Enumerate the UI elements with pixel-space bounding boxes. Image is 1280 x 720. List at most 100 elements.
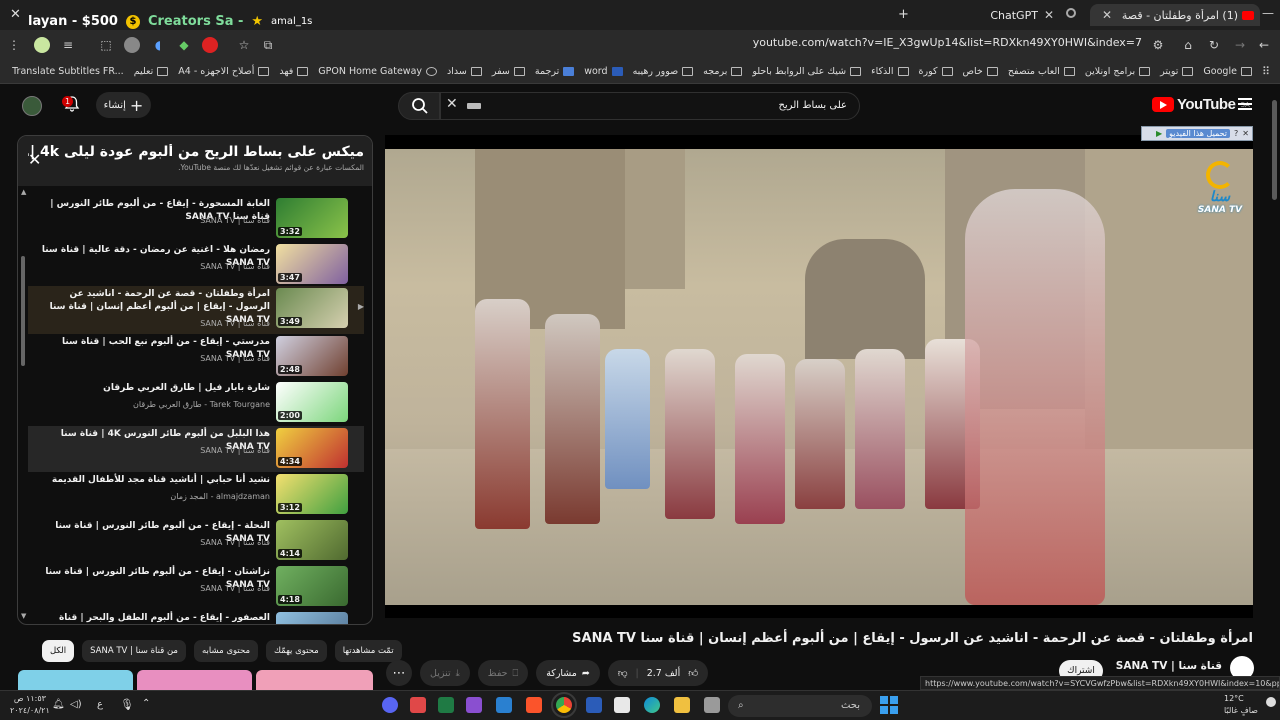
bookmark-item[interactable]: سداد	[447, 66, 482, 77]
avatar[interactable]	[22, 96, 42, 116]
list-item[interactable]: 2:00 شارة بابار فيل | طارق العربي طرقان …	[28, 380, 364, 424]
bookmark-item[interactable]: العاب متصفح	[1008, 66, 1075, 77]
bookmark-item[interactable]: فهد	[279, 66, 309, 77]
recommended-thumbnail[interactable]	[137, 670, 252, 690]
bookmark-item[interactable]: تويتر	[1160, 66, 1194, 77]
list-item[interactable]: 4:14 النحلة - إيقاع - من ألبوم طائر النو…	[28, 518, 364, 562]
playlist-title[interactable]: ميكس على بساط الريح من ألبوم عودة ليلى 4…	[28, 144, 364, 160]
bookmark-item[interactable]: A4 - أصلاح الاجهزه	[178, 66, 270, 77]
bookmark-item[interactable]: برامج اونلاين	[1085, 66, 1151, 77]
list-item[interactable]: 3:32 الغابة المسحورة - إيقاع - من ألبوم …	[28, 196, 364, 240]
forward-icon[interactable]: →	[1232, 37, 1248, 53]
search-input[interactable]: على بساط الريح	[440, 92, 860, 120]
app-icon[interactable]	[410, 697, 426, 713]
bookmark-item[interactable]: ترجمة	[535, 66, 575, 77]
list-item[interactable]: 3:47 رمضان هلا - اغنية عن رمضان - دقة عا…	[28, 242, 364, 286]
tab-youtube-active[interactable]: (1) امرأة وطفلتان - قصة عن الر ✕	[1090, 4, 1260, 26]
close-icon[interactable]: ✕	[1242, 129, 1249, 138]
list-item-current[interactable]: ▶ 3:49 امرأة وطفلتان - قصة عن الرحمة - ا…	[28, 286, 364, 334]
clear-search-icon[interactable]: ✕	[446, 96, 458, 112]
excel-icon[interactable]	[438, 697, 454, 713]
extension-icon[interactable]: ≡	[60, 37, 76, 53]
recommended-thumbnail[interactable]	[18, 670, 133, 690]
bookmark-item[interactable]: سفر	[492, 66, 525, 77]
mail-icon[interactable]	[496, 697, 512, 713]
back-icon[interactable]: ←	[1256, 37, 1272, 53]
extension-icon[interactable]	[202, 37, 218, 53]
extension-icon[interactable]	[124, 37, 140, 53]
reload-icon[interactable]: ↻	[1206, 37, 1222, 53]
language-indicator[interactable]: ع	[97, 699, 103, 710]
bookmark-item[interactable]: شيك على الروابط باحلو	[752, 66, 862, 77]
puzzle-icon[interactable]: ⬚	[98, 37, 114, 53]
new-tab-icon[interactable]: +	[898, 7, 909, 22]
start-windows-icon[interactable]	[880, 696, 898, 714]
chip-watched[interactable]: تمّت مشاهدتها	[334, 640, 402, 662]
tab-group-icon[interactable]	[1066, 8, 1076, 18]
bookmark-item[interactable]: صوور رهيبه	[633, 66, 694, 77]
star-bookmark-icon[interactable]: ☆	[236, 37, 252, 53]
list-item[interactable]: العصفور - إيقاع - من ألبوم الطفل والبحر …	[28, 610, 364, 624]
close-tab-icon[interactable]: ✕	[1044, 8, 1054, 22]
url-field[interactable]: youtube.com/watch?v=IE_X3gwUp14&list=RDX…	[420, 36, 1142, 54]
channel-name[interactable]: قناة سنا | SANA TV	[1116, 660, 1222, 672]
chip-all[interactable]: الكل	[42, 640, 75, 662]
recommended-thumbnail[interactable]	[256, 670, 373, 690]
page-scrollbar[interactable]	[1272, 100, 1277, 200]
video-player[interactable]: سنا SANA TV	[385, 135, 1253, 618]
help-icon[interactable]: ?	[1234, 129, 1238, 138]
task-view-icon[interactable]	[704, 697, 720, 713]
clock[interactable]: ١١:٥٣ ص ٢٠٢٤/٠٨/٢١	[10, 693, 50, 717]
dislike-icon[interactable]: 👎︎	[618, 667, 628, 679]
chip-from-channel[interactable]: من قناة سنا | SANA TV	[82, 640, 186, 662]
close-icon[interactable]: ✕	[28, 150, 41, 169]
bookmark-item[interactable]: خاص	[963, 66, 998, 77]
like-icon[interactable]: 👍︎	[688, 667, 698, 679]
youtube-logo[interactable]: YouTube SA	[1152, 96, 1250, 113]
download-button[interactable]: تنزيل ⤓	[420, 660, 470, 686]
share-icon[interactable]: ⧉	[260, 37, 276, 53]
list-item[interactable]: 4:34 هذا البلبل من ألبوم طائر النورس 4K …	[28, 426, 364, 472]
word-icon[interactable]	[586, 697, 602, 713]
store-icon[interactable]	[614, 697, 630, 713]
more-menu-icon[interactable]: ⋮	[6, 37, 22, 53]
bookmark-item[interactable]: برمجه	[703, 66, 743, 77]
list-item[interactable]: 4:18 نزاشتان - إيقاع - من ألبوم طائر الن…	[28, 564, 364, 608]
bookmark-item[interactable]: Google	[1203, 66, 1252, 77]
create-button[interactable]: إنشاء +	[96, 92, 151, 118]
chrome-icon[interactable]	[551, 692, 577, 718]
more-actions-icon[interactable]: ⋯	[386, 660, 412, 686]
chevron-up-icon[interactable]: ⌃	[142, 698, 150, 709]
chip-for-you[interactable]: محتوى يهمّك	[266, 640, 327, 662]
discord-icon[interactable]	[382, 697, 398, 713]
volume-icon[interactable]: ◁)	[70, 699, 82, 710]
bookmark-item[interactable]: الذكاء	[871, 66, 909, 77]
search-button[interactable]	[398, 92, 440, 120]
brave-icon[interactable]	[526, 697, 542, 713]
bookmark-item[interactable]: تعليم	[134, 66, 169, 77]
close-tab-icon[interactable]: ✕	[1102, 8, 1112, 22]
bookmark-item[interactable]: Translate Subtitles FR...	[12, 66, 124, 77]
save-button[interactable]: حفظ ⎕	[477, 660, 529, 686]
bookmark-item[interactable]: GPON Home Gateway	[318, 66, 438, 77]
bookmark-item[interactable]: كورة	[919, 66, 953, 77]
scroll-up-icon[interactable]: ▲	[21, 188, 26, 196]
playlist-scrollbar[interactable]	[21, 256, 25, 366]
download-video-button[interactable]: تحميل هذا الفيديو	[1166, 129, 1231, 138]
site-settings-icon[interactable]: ⚙	[1150, 37, 1166, 53]
profile-icon[interactable]	[34, 37, 50, 53]
edge-icon[interactable]	[644, 697, 660, 713]
extension-icon[interactable]: ◖	[150, 37, 166, 53]
bookmark-item[interactable]: word	[584, 66, 623, 77]
chip-similar[interactable]: محتوى مشابه	[194, 640, 258, 662]
taskbar-search[interactable]: بحث ⌕	[728, 695, 872, 717]
bell-icon[interactable]: 🔔︎	[52, 699, 65, 710]
extension-icon[interactable]: ◆	[176, 37, 192, 53]
app-icon[interactable]	[466, 697, 482, 713]
file-explorer-icon[interactable]	[674, 697, 690, 713]
minimize-icon[interactable]: —	[1262, 6, 1274, 20]
apps-icon[interactable]: ⠿	[1262, 65, 1270, 78]
scroll-down-icon[interactable]: ▼	[21, 612, 26, 620]
download-helper-bar[interactable]: ✕ ? تحميل هذا الفيديو ▶	[1141, 126, 1253, 141]
list-item[interactable]: 3:12 نشيد أنا حبابي | أناشيد قناة مجد لل…	[28, 472, 364, 516]
